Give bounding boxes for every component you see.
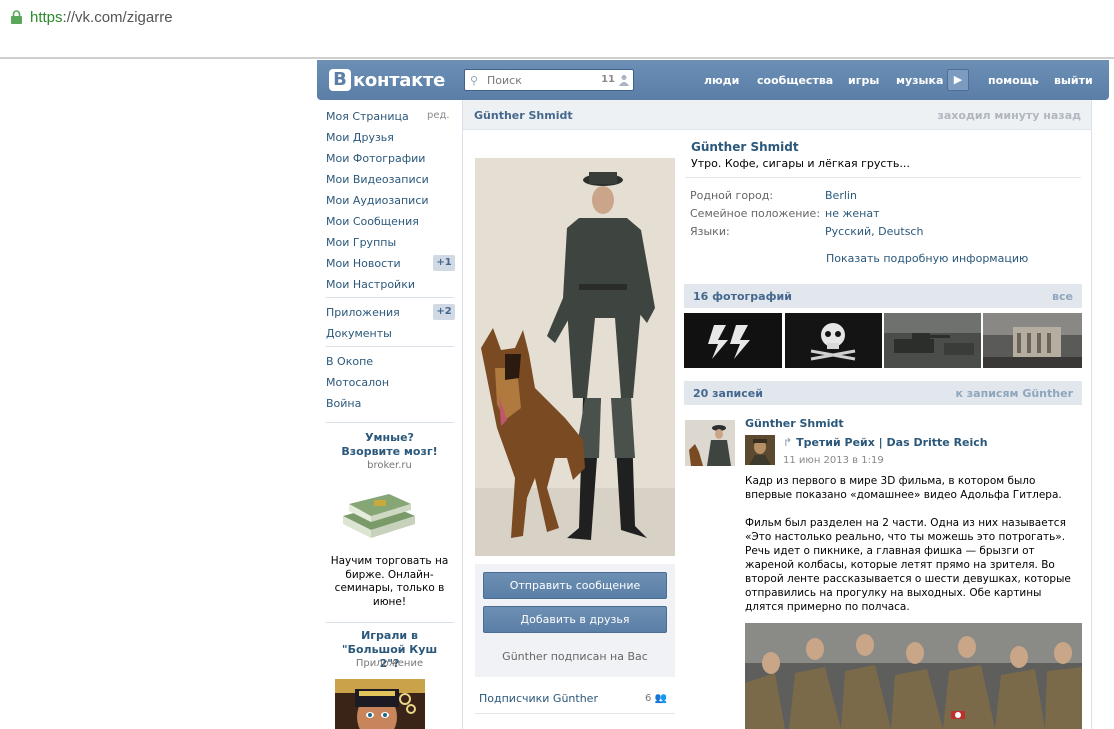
menu-apps[interactable]: Приложения — [326, 306, 400, 319]
menu-divider — [326, 346, 454, 347]
profile-main: Günther Shmidt заходил минуту назад Отпр… — [462, 100, 1092, 729]
repost-source-name[interactable]: ↱ Третий Рейх | Das Dritte Reich — [783, 436, 988, 449]
menu-my-photos[interactable]: Мои Фотографии — [326, 152, 425, 165]
wall-section-header[interactable]: 20 записей к записям Günther — [684, 381, 1082, 405]
menu-my-messages[interactable]: Мои Сообщения — [326, 215, 419, 228]
menu-group-war[interactable]: Война — [326, 397, 361, 410]
menu-my-audio[interactable]: Мои Аудиозаписи — [326, 194, 429, 207]
menu-edit-link[interactable]: ред. — [427, 110, 450, 121]
menu-group-okop[interactable]: В Окопе — [326, 355, 373, 368]
photos-section-header[interactable]: 16 фотографий все — [684, 284, 1082, 308]
info-label-hometown: Родной город: — [690, 189, 774, 202]
menu-divider — [326, 622, 454, 623]
menu-my-page[interactable]: Моя Страница — [326, 110, 409, 123]
ad-text: Научим торговать на бирже. Онлайн-семина… — [330, 555, 449, 608]
search-count: 11 — [601, 74, 615, 85]
menu-group-motosalon[interactable]: Мотосалон — [326, 376, 389, 389]
people-icon: 👥 — [654, 693, 667, 704]
menu-documents[interactable]: Документы — [326, 327, 392, 340]
repost-source-avatar[interactable] — [745, 435, 775, 465]
menu-my-settings[interactable]: Мои Настройки — [326, 278, 415, 291]
lock-icon — [11, 10, 22, 24]
info-value-relationship[interactable]: не женат — [825, 207, 879, 220]
post-paragraph: Кадр из первого в мире 3D фильма, в кото… — [745, 475, 1062, 501]
news-badge[interactable]: +1 — [433, 255, 455, 271]
profile-status[interactable]: Утро. Кофе, сигары и лёгкая грусть... — [691, 157, 910, 170]
info-value-hometown[interactable]: Berlin — [825, 189, 857, 202]
profile-name: Günther Shmidt — [691, 140, 799, 154]
post-paragraph: Фильм был разделен на 2 части. Одна из н… — [745, 517, 1071, 613]
money-image[interactable] — [339, 486, 419, 541]
nav-logout[interactable]: выйти — [1054, 74, 1093, 87]
photos-title[interactable]: 16 фотографий — [693, 290, 792, 303]
nav-communities[interactable]: сообщества — [757, 74, 833, 87]
subscribers-count: 6 👥 — [644, 693, 667, 704]
menu-divider — [326, 297, 454, 298]
menu-my-groups[interactable]: Мои Группы — [326, 236, 396, 249]
photo-thumb[interactable] — [884, 313, 981, 368]
photos-all-link[interactable]: все — [1052, 290, 1073, 303]
search-icon: ⚲ — [470, 74, 479, 87]
toolbar-divider — [0, 57, 1114, 59]
info-divider — [685, 177, 1081, 178]
vk-logo[interactable]: В контакте — [329, 68, 445, 92]
play-icon[interactable]: ▶ — [947, 69, 969, 91]
subscribers-label[interactable]: Подписчики Günther — [479, 692, 598, 705]
photo-thumb[interactable] — [785, 313, 882, 368]
post-author-avatar[interactable] — [685, 420, 735, 466]
url-text[interactable]: https://vk.com/zigarre — [30, 9, 173, 26]
apps-badge[interactable]: +2 — [433, 304, 455, 320]
ad-title[interactable]: Умные? Взорвите мозг! — [317, 431, 462, 459]
nav-games[interactable]: игры — [848, 74, 879, 87]
menu-my-news[interactable]: Мои Новости — [326, 257, 401, 270]
menu-divider — [326, 422, 454, 423]
repost-icon: ↱ — [783, 436, 793, 449]
menu-my-friends[interactable]: Мои Друзья — [326, 131, 394, 144]
browser-address-bar[interactable]: https://vk.com/zigarre — [0, 0, 1114, 36]
info-label-languages: Языки: — [690, 225, 730, 238]
profile-actions: Отправить сообщение Добавить в друзья Gü… — [475, 564, 675, 677]
header-name: Günther Shmidt — [474, 109, 573, 122]
subscribers-row[interactable]: Подписчики Günther 6 👥 — [475, 686, 675, 714]
last-seen: заходил минуту назад — [937, 109, 1081, 122]
site-header: В контакте ⚲ Поиск 11 люди сообщества иг… — [317, 60, 1109, 100]
person-icon — [619, 75, 629, 86]
subscribed-note: Günther подписан на Вас — [502, 650, 648, 663]
profile-photo[interactable] — [475, 158, 675, 556]
show-more-link[interactable]: Показать подробную информацию — [826, 252, 1028, 265]
post-date[interactable]: 11 июн 2013 в 1:19 — [783, 455, 884, 466]
post-author-name[interactable]: Günther Shmidt — [745, 417, 844, 430]
photo-thumb[interactable] — [684, 313, 782, 368]
profile-header-bar: Günther Shmidt заходил минуту назад — [463, 100, 1091, 130]
nav-music[interactable]: музыка — [896, 74, 943, 87]
post-image[interactable] — [745, 623, 1082, 729]
info-label-relationship: Семейное положение: — [690, 207, 821, 220]
search-input[interactable]: ⚲ Поиск 11 — [464, 69, 634, 91]
menu-my-videos[interactable]: Мои Видеозаписи — [326, 173, 429, 186]
info-value-languages[interactable]: Русский, Deutsch — [825, 225, 923, 238]
photo-thumb[interactable] — [983, 313, 1082, 368]
nav-people[interactable]: люди — [704, 74, 739, 87]
search-placeholder: Поиск — [487, 74, 522, 87]
send-message-button[interactable]: Отправить сообщение — [483, 572, 667, 599]
wall-title[interactable]: 20 записей — [693, 387, 763, 400]
ad-subtitle: Приложение — [355, 658, 424, 669]
game-ad-image[interactable] — [335, 679, 425, 729]
ad-domain: broker.ru — [367, 460, 412, 471]
wall-link[interactable]: к записям Günther — [956, 387, 1074, 400]
nav-help[interactable]: помощь — [988, 74, 1039, 87]
add-friend-button[interactable]: Добавить в друзья — [483, 606, 667, 633]
